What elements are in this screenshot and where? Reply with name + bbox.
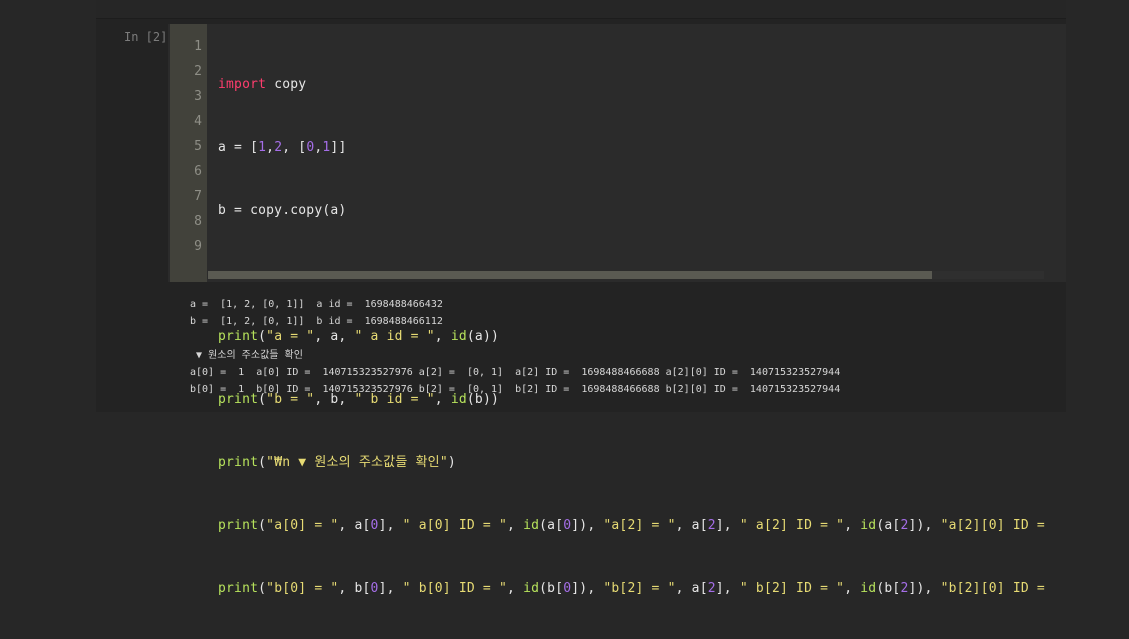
- cell-prompt: In [2]:: [124, 30, 175, 44]
- output-line: a = [1, 2, [0, 1]] a id = 1698488466432: [190, 299, 443, 310]
- line-number: 5: [194, 139, 202, 154]
- line-number: 8: [194, 214, 202, 229]
- line-number: 4: [194, 114, 202, 129]
- output-line: ▼ 원소의 주소값들 확인: [190, 350, 303, 361]
- cell-output: a = [1, 2, [0, 1]] a id = 1698488466432 …: [190, 296, 840, 398]
- code-line[interactable]: import copy: [218, 72, 1066, 97]
- previous-cell-edge: [96, 0, 1066, 19]
- code-line[interactable]: print("₩n ▼ 원소의 주소값들 확인"): [218, 450, 1066, 475]
- output-line: b[0] = 1 b[0] ID = 140715323527976 b[2] …: [190, 384, 841, 395]
- line-number: 9: [194, 239, 202, 254]
- output-line: b = [1, 2, [0, 1]] b id = 1698488466112: [190, 316, 443, 327]
- code-line[interactable]: print("b[0] = ", b[0], " b[0] ID = ", id…: [218, 576, 1066, 601]
- line-numbers: 1 2 3 4 5 6 7 8 9: [168, 34, 204, 259]
- notebook-page: In [2]: 1 2 3 4 5 6 7 8 9 import copy a …: [0, 0, 1129, 596]
- line-number: 1: [194, 39, 202, 54]
- code-line[interactable]: b = copy.copy(a): [218, 198, 1066, 223]
- line-number: 2: [194, 64, 202, 79]
- scrollbar-thumb[interactable]: [208, 271, 932, 279]
- code-line[interactable]: a = [1,2, [0,1]]: [218, 135, 1066, 160]
- line-number: 3: [194, 89, 202, 104]
- code-line[interactable]: print("a[0] = ", a[0], " a[0] ID = ", id…: [218, 513, 1066, 538]
- line-number: 7: [194, 189, 202, 204]
- output-line: a[0] = 1 a[0] ID = 140715323527976 a[2] …: [190, 367, 841, 378]
- line-number: 6: [194, 164, 202, 179]
